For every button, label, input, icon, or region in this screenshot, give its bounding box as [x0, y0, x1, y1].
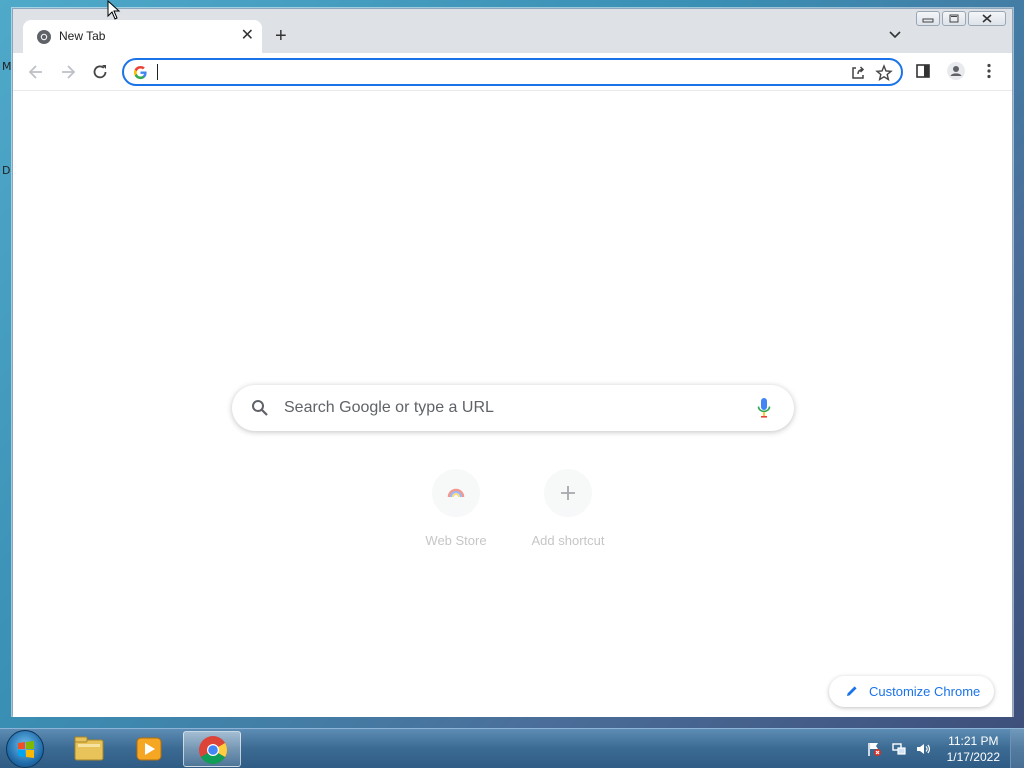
tab-strip: New Tab ✕ +	[13, 9, 1012, 53]
window-controls	[916, 11, 1006, 26]
customize-chrome-label: Customize Chrome	[869, 684, 981, 699]
reload-icon[interactable]	[90, 62, 110, 82]
tab-new-tab[interactable]: New Tab ✕	[23, 20, 262, 53]
taskbar-media-player-button[interactable]	[120, 731, 178, 767]
microphone-icon[interactable]	[756, 397, 772, 419]
customize-chrome-button[interactable]: Customize Chrome	[829, 676, 994, 707]
taskbar-explorer-button[interactable]	[60, 731, 118, 767]
ntp-search-box[interactable]: Search Google or type a URL	[232, 385, 794, 431]
chevron-down-icon[interactable]	[888, 28, 902, 42]
chrome-window: New Tab ✕ + Search Google or type a URL …	[12, 8, 1013, 717]
new-tab-page: Search Google or type a URL Web Store Ad…	[13, 90, 1012, 717]
bookmark-star-icon[interactable]	[875, 64, 893, 82]
media-player-icon	[136, 737, 162, 761]
pencil-icon	[847, 686, 857, 696]
maximize-button[interactable]	[942, 11, 966, 26]
system-clock[interactable]: 11:21 PM 1/17/2022	[947, 733, 1000, 765]
address-bar[interactable]	[122, 58, 903, 86]
network-icon[interactable]	[891, 741, 907, 757]
forward-arrow-icon[interactable]	[58, 62, 78, 82]
chrome-icon	[199, 736, 227, 764]
desktop-icon-label: M	[2, 60, 12, 73]
windows-explorer-icon	[74, 736, 104, 761]
share-icon[interactable]	[849, 64, 867, 82]
shortcut-label: Add shortcut	[531, 533, 605, 548]
chrome-favicon-icon	[37, 30, 51, 44]
close-button[interactable]	[968, 11, 1006, 26]
mouse-cursor-icon	[107, 0, 121, 20]
desktop-icon-label: D	[2, 164, 11, 177]
action-center-flag-icon[interactable]	[866, 741, 882, 757]
text-cursor	[157, 64, 158, 80]
shortcut-label: Web Store	[425, 533, 487, 548]
new-tab-button[interactable]: +	[275, 25, 287, 47]
back-arrow-icon[interactable]	[26, 62, 46, 82]
volume-icon[interactable]	[915, 741, 931, 757]
clock-time: 11:21 PM	[948, 734, 999, 748]
windows-logo-icon	[18, 741, 34, 758]
web-store-icon	[447, 488, 465, 498]
kebab-menu-icon[interactable]	[979, 61, 999, 81]
clock-date: 1/17/2022	[946, 750, 1000, 764]
minimize-button[interactable]	[916, 11, 940, 26]
shortcut-web-store[interactable]: Web Store	[406, 469, 506, 548]
taskbar: 11:21 PM 1/17/2022	[0, 728, 1024, 768]
search-icon	[252, 400, 268, 416]
browser-toolbar	[13, 53, 1012, 90]
web-store-tile	[432, 469, 480, 517]
tab-close-icon[interactable]: ✕	[241, 26, 254, 46]
taskbar-chrome-button[interactable]	[183, 731, 241, 767]
add-shortcut-tile	[544, 469, 592, 517]
plus-icon	[561, 486, 575, 500]
profile-avatar-icon[interactable]	[946, 61, 966, 81]
search-placeholder: Search Google or type a URL	[284, 399, 494, 416]
start-button[interactable]	[6, 730, 44, 768]
google-g-icon	[133, 65, 147, 80]
tab-title: New Tab	[59, 29, 106, 43]
show-desktop-button[interactable]	[1010, 729, 1024, 768]
shortcut-add[interactable]: Add shortcut	[518, 469, 618, 548]
side-panel-icon[interactable]	[913, 61, 933, 81]
address-input[interactable]	[159, 62, 829, 82]
